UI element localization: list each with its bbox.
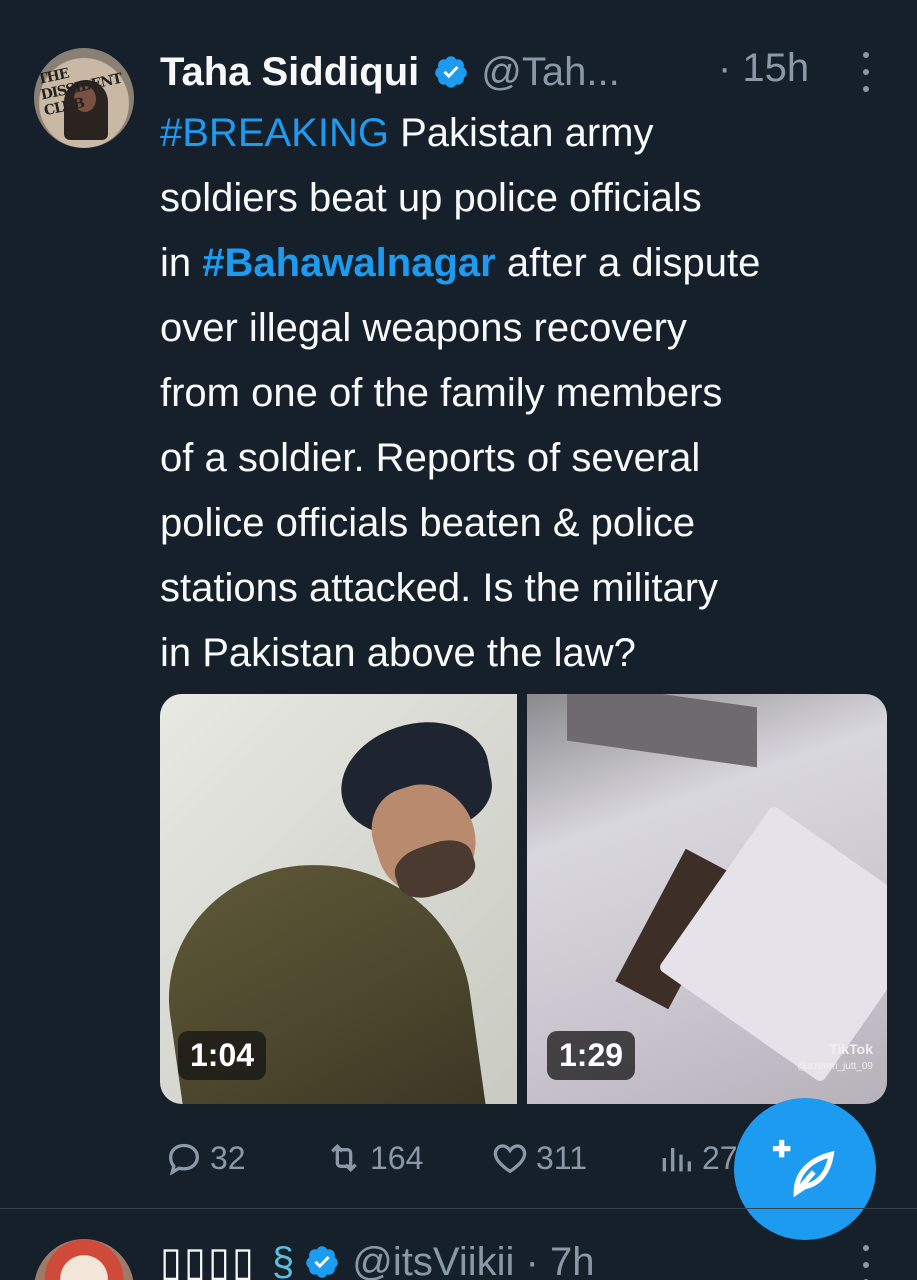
like-button[interactable]: 311 xyxy=(490,1138,587,1178)
views-icon xyxy=(662,1148,691,1172)
reply-icon xyxy=(168,1143,200,1176)
video-thumbnail[interactable]: 1:29 TikTok @azeem_jutt_09 xyxy=(527,694,887,1104)
tweet-text-segment: in xyxy=(160,241,203,285)
next-tweet[interactable]: ▯▯▯▯ § @itsViikii · 7h xyxy=(0,1209,917,1280)
video-thumbnail[interactable]: 1:04 xyxy=(160,694,517,1104)
tiktok-username: @azeem_jutt_09 xyxy=(797,1061,873,1072)
author-handle[interactable]: @Tah... xyxy=(481,50,619,95)
tweet-text-segment: Pakistan army xyxy=(388,111,654,155)
author-avatar[interactable]: THE DISSIDENT CLUB xyxy=(34,48,134,148)
tweet-text-segment: over illegal weapons recovery xyxy=(160,306,687,350)
next-author-avatar[interactable] xyxy=(34,1239,134,1280)
tweet-text-line: in #Bahawalnagar after a dispute xyxy=(160,231,900,296)
video-shelf xyxy=(567,694,757,768)
tweet-text-segment: of a soldier. Reports of several xyxy=(160,436,701,480)
tweet-text-line: of a soldier. Reports of several xyxy=(160,426,900,491)
next-author-handle[interactable]: @itsViikii · 7h xyxy=(352,1240,594,1280)
tweet[interactable]: THE DISSIDENT CLUB Taha Siddiqui @Tah...… xyxy=(0,0,917,1208)
verified-icon xyxy=(435,56,468,88)
next-author-emoji: § xyxy=(272,1239,295,1280)
tweet-text-segment: soldiers beat up police officials xyxy=(160,176,702,220)
tweet-text-line: soldiers beat up police officials xyxy=(160,166,900,231)
more-icon[interactable] xyxy=(856,1245,876,1280)
video-duration: 1:04 xyxy=(178,1031,267,1080)
tiktok-logo-text: TikTok xyxy=(829,1041,873,1057)
hashtag-link[interactable]: #Bahawalnagar xyxy=(202,241,495,285)
next-tweet-header: ▯▯▯▯ § @itsViikii · 7h xyxy=(160,1239,594,1280)
avatar-scribble-text: THE DISSIDENT CLUB xyxy=(36,65,124,120)
compose-icon xyxy=(772,1139,835,1198)
tweet-timestamp[interactable]: · 15h xyxy=(718,46,809,91)
video-duration: 1:29 xyxy=(547,1031,636,1080)
tweet-text-segment: stations attacked. Is the military xyxy=(160,566,719,610)
views-count: 27 xyxy=(702,1139,738,1176)
views-button[interactable]: 27 xyxy=(656,1138,738,1178)
reply-count: 32 xyxy=(210,1139,246,1176)
tweet-text-line: over illegal weapons recovery xyxy=(160,296,900,361)
reply-button[interactable]: 32 xyxy=(164,1138,246,1178)
action-bar: 32 164 311 27 xyxy=(160,1132,760,1184)
tweet-text-segment: police officials beaten & police xyxy=(160,501,696,545)
hashtag-link[interactable]: #BREAKING xyxy=(160,111,389,155)
tweet-text-line: from one of the family members xyxy=(160,361,900,426)
verified-icon xyxy=(306,1246,339,1278)
tweet-text-segment: from one of the family members xyxy=(160,371,723,415)
media-grid: 1:04 1:29 TikTok @azeem_jutt_09 xyxy=(160,694,887,1104)
tweet-text-segment: after a dispute xyxy=(495,241,761,285)
retweet-button[interactable]: 164 xyxy=(324,1138,423,1178)
tweet-text: #BREAKING Pakistan army soldiers beat up … xyxy=(160,101,900,686)
retweet-count: 164 xyxy=(370,1139,424,1176)
author-name[interactable]: Taha Siddiqui xyxy=(160,50,419,95)
tweet-text-segment: in Pakistan above the law? xyxy=(160,631,636,675)
tiktok-watermark: TikTok @azeem_jutt_09 xyxy=(797,1040,873,1076)
tweet-header: Taha Siddiqui @Tah... xyxy=(160,46,620,98)
like-icon xyxy=(493,1144,527,1174)
tweet-text-line: police officials beaten & police xyxy=(160,491,900,556)
retweet-icon xyxy=(331,1143,357,1173)
next-author-name[interactable]: ▯▯▯▯ xyxy=(160,1239,256,1280)
tweet-text-line: in Pakistan above the law? xyxy=(160,621,900,686)
more-icon[interactable] xyxy=(856,52,876,92)
like-count: 311 xyxy=(536,1139,588,1176)
tweet-text-line: stations attacked. Is the military xyxy=(160,556,900,621)
tweet-text-line: #BREAKING Pakistan army xyxy=(160,101,900,166)
